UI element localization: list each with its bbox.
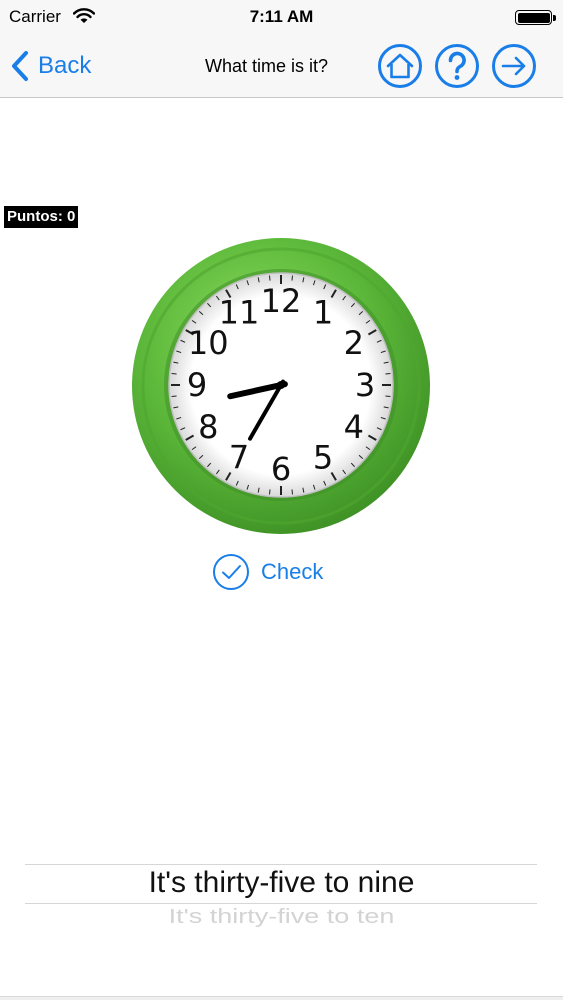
home-icon: [386, 53, 414, 79]
next-button[interactable]: [491, 43, 537, 89]
picker-divider-top: [25, 864, 537, 865]
clock-center: [277, 381, 285, 389]
minor-tick: [385, 395, 391, 397]
minor-tick: [171, 395, 177, 397]
clock-number: 6: [271, 450, 291, 488]
clock-number: 9: [187, 366, 207, 404]
clock-number: 5: [313, 439, 333, 477]
answer-picker[interactable]: It's thirty-five to nine It's thirty-fiv…: [0, 855, 563, 945]
clock-number: 11: [219, 293, 260, 331]
minor-tick: [291, 489, 293, 495]
status-time: 7:11 AM: [249, 7, 314, 26]
checkmark-circle-icon: [213, 554, 249, 590]
screen: Carrier 7:11 AM Back What time is it? Pu…: [0, 0, 563, 1000]
minor-tick: [385, 373, 391, 375]
status-bar: Carrier 7:11 AM: [0, 0, 563, 34]
check-label: Check: [261, 559, 324, 584]
picker-selected-option[interactable]: It's thirty-five to nine: [0, 866, 563, 900]
picker-divider-bottom: [25, 903, 537, 904]
back-button[interactable]: Back: [9, 48, 91, 84]
help-button[interactable]: [434, 43, 480, 89]
back-label: Back: [38, 52, 92, 79]
picker-next-option[interactable]: It's thirty-five to ten: [0, 905, 563, 928]
clock-number: 8: [198, 408, 218, 446]
minor-tick: [291, 275, 293, 281]
battery-icon: [515, 10, 556, 25]
score-label: Puntos: 0: [4, 206, 79, 228]
home-button[interactable]: [377, 43, 423, 89]
minor-tick: [171, 373, 177, 375]
navigation-bar: Back What time is it?: [0, 34, 563, 98]
clock-number: 12: [261, 282, 302, 320]
arrow-right-icon: [501, 56, 526, 76]
clock-number: 3: [355, 366, 375, 404]
clock-number: 7: [229, 439, 249, 477]
bottom-edge: [0, 996, 563, 1000]
help-icon: [448, 51, 466, 80]
clock-number: 4: [344, 408, 364, 446]
minor-tick: [269, 489, 271, 495]
clock-number: 1: [313, 293, 333, 331]
analog-clock: 12 1234567891011: [132, 238, 430, 534]
chevron-left-icon: [12, 51, 28, 81]
check-button[interactable]: Check: [212, 553, 323, 591]
minor-tick: [269, 275, 271, 281]
clock-number: 2: [344, 324, 364, 362]
page-title: What time is it?: [205, 56, 329, 76]
